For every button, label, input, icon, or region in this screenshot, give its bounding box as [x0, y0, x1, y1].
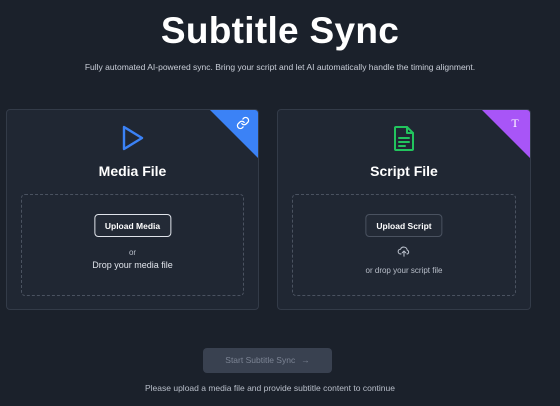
- link-icon: [236, 116, 250, 130]
- play-icon: [122, 125, 143, 151]
- media-drop-zone[interactable]: Upload Media or Drop your media file: [21, 194, 244, 296]
- upload-script-button[interactable]: Upload Script: [365, 214, 443, 237]
- media-file-card: Media File Upload Media or Drop your med…: [6, 109, 259, 310]
- arrow-right-icon: →: [301, 355, 310, 365]
- upload-hint: Please upload a media file and provide s…: [145, 383, 395, 393]
- script-corner-badge: T: [482, 110, 530, 158]
- upload-media-button[interactable]: Upload Media: [93, 214, 172, 237]
- media-drop-label: Drop your media file: [92, 260, 173, 270]
- cloud-upload-icon: [397, 246, 410, 257]
- text-t-icon: T: [511, 116, 519, 130]
- start-subtitle-sync-button[interactable]: Start Subtitle Sync →: [203, 348, 332, 373]
- script-drop-zone[interactable]: Upload Script or drop your script file: [292, 194, 516, 296]
- document-icon: [394, 126, 414, 151]
- media-card-title: Media File: [98, 163, 167, 179]
- page-title: Subtitle Sync: [160, 10, 400, 51]
- start-button-label: Start Subtitle Sync: [225, 355, 296, 365]
- script-card-title: Script File: [370, 163, 438, 179]
- or-text: or: [128, 248, 137, 257]
- media-corner-badge: [210, 110, 258, 158]
- page-subtitle: Fully automated AI-powered sync. Bring y…: [84, 62, 476, 72]
- script-file-card: T Script File Upload Script or drop your…: [277, 109, 531, 310]
- script-drop-label: or drop your script file: [365, 266, 443, 275]
